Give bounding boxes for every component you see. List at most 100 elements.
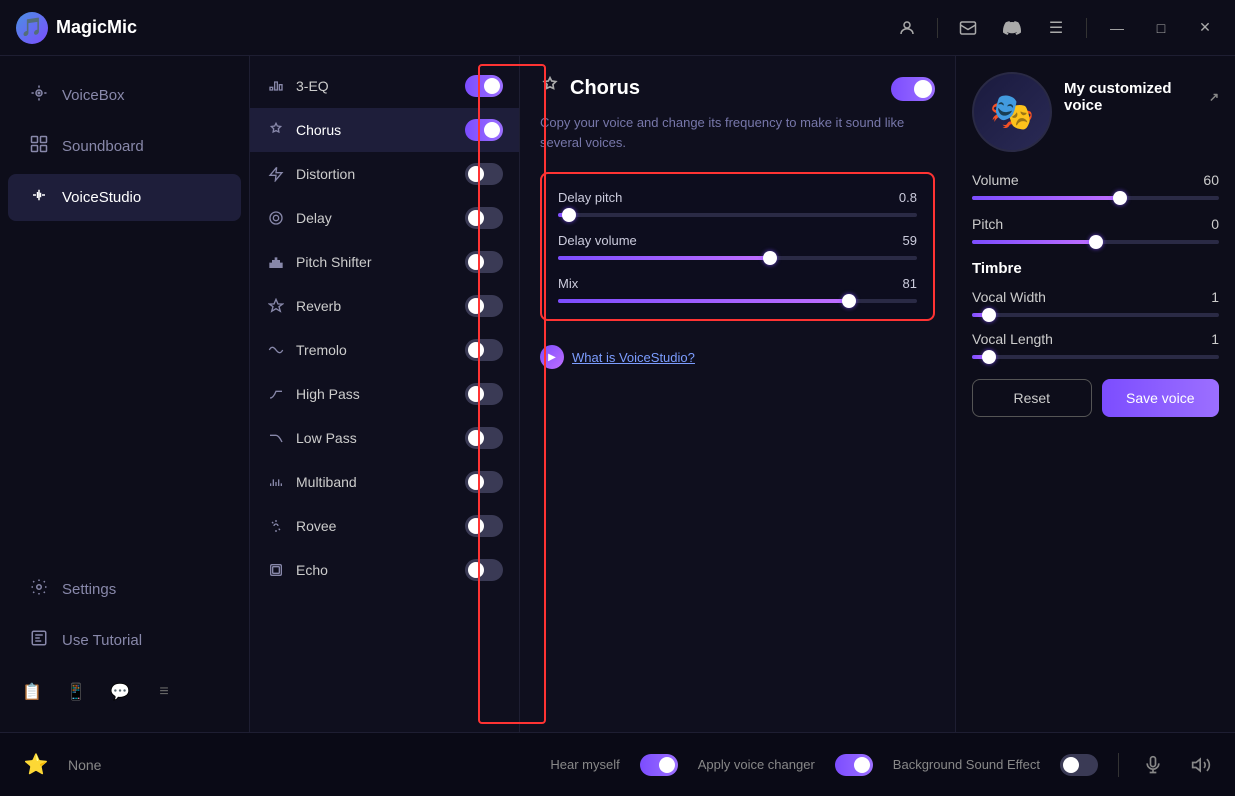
what-is-link[interactable]: ▶ What is VoiceStudio? [540, 345, 935, 369]
rp-slider-thumb-vocal-width[interactable] [982, 308, 996, 322]
sidebar-item-tutorial[interactable]: Use Tutorial [8, 617, 241, 664]
rp-buttons: Reset Save voice [972, 379, 1219, 417]
discord-icon[interactable] [998, 14, 1026, 42]
footer-icon-4[interactable]: ≡ [152, 680, 176, 704]
effect-item-echo[interactable]: Echo [250, 548, 519, 592]
footer-icon-1[interactable]: 📋 [20, 680, 44, 704]
save-voice-button[interactable]: Save voice [1102, 379, 1220, 417]
bottombar-sep [1118, 753, 1119, 777]
effect-toggle-lowpass[interactable] [465, 427, 503, 449]
effect-header-icon [540, 76, 560, 101]
highpass-icon [266, 384, 286, 404]
reverb-icon [266, 296, 286, 316]
rp-label-pitch: Pitch [972, 216, 1003, 232]
effect-toggle-distortion[interactable] [465, 163, 503, 185]
bottombar: ⭐ None Hear myself Apply voice changer B… [0, 732, 1235, 796]
param-value-delay-volume: 59 [903, 233, 917, 248]
effect-label-chorus: Chorus [296, 122, 465, 138]
voicestudio-icon [28, 186, 50, 209]
effect-toggle-multiband[interactable] [465, 471, 503, 493]
effect-toggle-rovee[interactable] [465, 515, 503, 537]
soundboard-icon [28, 135, 50, 158]
slider-fill-delay-volume [558, 256, 770, 260]
effect-item-highpass[interactable]: High Pass [250, 372, 519, 416]
external-link-icon[interactable]: ↗ [1209, 90, 1219, 104]
effect-item-delay[interactable]: Delay [250, 196, 519, 240]
effect-item-multiband[interactable]: Multiband [250, 460, 519, 504]
menu-icon[interactable]: ☰ [1042, 14, 1070, 42]
rp-slider-track-vocal-width[interactable] [972, 313, 1219, 317]
maximize-button[interactable]: □ [1147, 14, 1175, 42]
app-name: MagicMic [56, 17, 137, 38]
param-value-delay-pitch: 0.8 [899, 190, 917, 205]
logo-icon: 🎵 [16, 12, 48, 44]
slider-track-delay-volume[interactable] [558, 256, 917, 260]
custom-voice-header: 🎭 My customized voice ↗ [972, 72, 1219, 152]
bg-sound-toggle[interactable] [1060, 754, 1098, 776]
mic-icon[interactable] [1139, 751, 1167, 779]
slider-thumb-mix[interactable] [842, 294, 856, 308]
rp-value-vocal-length: 1 [1211, 331, 1219, 347]
effect-toggle-tremolo[interactable] [465, 339, 503, 361]
effect-toggle-eq3[interactable] [465, 75, 503, 97]
param-label-mix: Mix [558, 276, 578, 291]
distortion-icon [266, 164, 286, 184]
sep2 [1086, 18, 1087, 38]
effect-item-pitchshifter[interactable]: Pitch Shifter [250, 240, 519, 284]
speaker-icon[interactable] [1187, 751, 1215, 779]
effect-item-chorus[interactable]: Chorus [250, 108, 519, 152]
lowpass-icon [266, 428, 286, 448]
rp-slider-thumb-vocal-length[interactable] [982, 350, 996, 364]
param-row-delay-volume: Delay volume 59 [558, 233, 917, 260]
param-row-mix: Mix 81 [558, 276, 917, 303]
effect-toggle-delay[interactable] [465, 207, 503, 229]
reset-button[interactable]: Reset [972, 379, 1092, 417]
effect-item-distortion[interactable]: Distortion [250, 152, 519, 196]
effect-item-tremolo[interactable]: Tremolo [250, 328, 519, 372]
rp-value-vocal-width: 1 [1211, 289, 1219, 305]
effect-item-rovee[interactable]: Rovee [250, 504, 519, 548]
rp-section-pitch: Pitch 0 [972, 216, 1219, 244]
close-button[interactable]: ✕ [1191, 14, 1219, 42]
rp-slider-track-pitch[interactable] [972, 240, 1219, 244]
footer-icon-3[interactable]: 💬 [108, 680, 132, 704]
hear-myself-toggle[interactable] [640, 754, 678, 776]
footer-icon-2[interactable]: 📱 [64, 680, 88, 704]
sidebar-item-voicebox[interactable]: VoiceBox [8, 72, 241, 119]
effect-item-lowpass[interactable]: Low Pass [250, 416, 519, 460]
effect-header-toggle[interactable] [891, 77, 935, 101]
titlebar-icons: ☰ — □ ✕ [893, 14, 1219, 42]
slider-thumb-delay-volume[interactable] [763, 251, 777, 265]
sidebar-item-settings[interactable]: Settings [8, 566, 241, 613]
sidebar-item-voicestudio[interactable]: VoiceStudio [8, 174, 241, 221]
effect-toggle-highpass[interactable] [465, 383, 503, 405]
titlebar: 🎵 MagicMic ☰ — □ ✕ [0, 0, 1235, 56]
rp-slider-thumb-pitch[interactable] [1089, 235, 1103, 249]
rp-slider-track-vocal-length[interactable] [972, 355, 1219, 359]
effect-label-highpass: High Pass [296, 386, 465, 402]
effect-toggle-reverb[interactable] [465, 295, 503, 317]
effects-wrapper: 3-EQ Chorus Dist [250, 56, 520, 732]
slider-thumb-delay-pitch[interactable] [562, 208, 576, 222]
effect-item-eq3[interactable]: 3-EQ [250, 64, 519, 108]
minimize-button[interactable]: — [1103, 14, 1131, 42]
params-box: Delay pitch 0.8 Delay volume 59 [540, 172, 935, 321]
rp-slider-track-volume[interactable] [972, 196, 1219, 200]
sidebar-item-soundboard[interactable]: Soundboard [8, 123, 241, 170]
slider-track-mix[interactable] [558, 299, 917, 303]
mail-icon[interactable] [954, 14, 982, 42]
user-icon[interactable] [893, 14, 921, 42]
effect-item-reverb[interactable]: Reverb [250, 284, 519, 328]
sidebar-footer: 📋 📱 💬 ≡ [0, 668, 249, 716]
voicestudio-link[interactable]: VoiceStudio? [619, 350, 695, 365]
apply-voice-toggle[interactable] [835, 754, 873, 776]
effect-header: Chorus [540, 76, 935, 101]
star-icon: ⭐ [20, 749, 52, 781]
slider-track-delay-pitch[interactable] [558, 213, 917, 217]
effect-toggle-pitchshifter[interactable] [465, 251, 503, 273]
effect-toggle-echo[interactable] [465, 559, 503, 581]
rp-slider-thumb-volume[interactable] [1113, 191, 1127, 205]
sidebar-label-voicebox: VoiceBox [62, 87, 125, 104]
effect-toggle-chorus[interactable] [465, 119, 503, 141]
effect-label-delay: Delay [296, 210, 465, 226]
